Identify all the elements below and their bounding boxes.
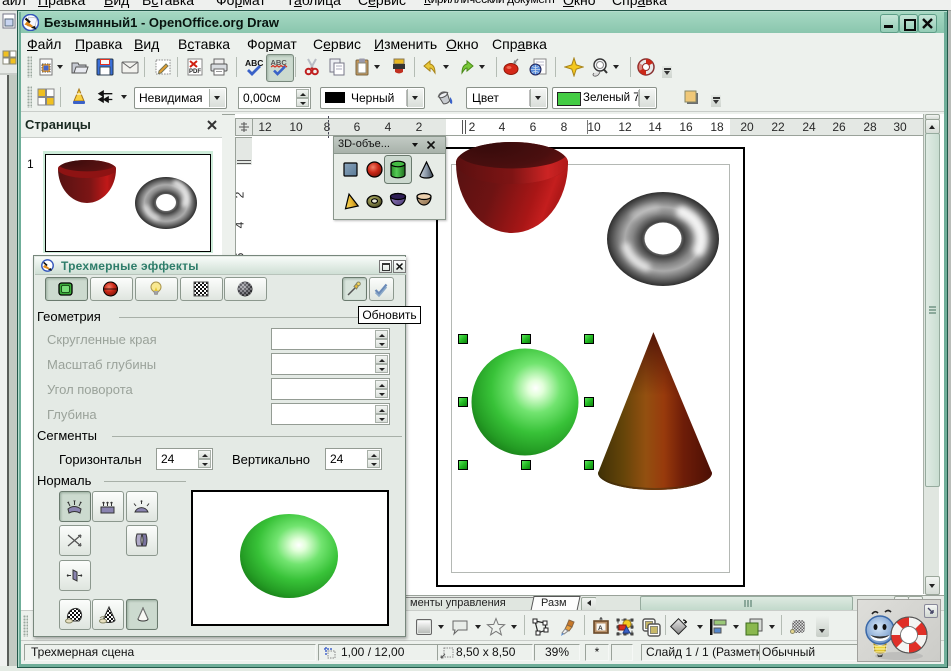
- svg-text:ABC: ABC: [245, 58, 263, 68]
- svg-text:PDF: PDF: [189, 69, 201, 75]
- svg-text:A: A: [598, 625, 603, 632]
